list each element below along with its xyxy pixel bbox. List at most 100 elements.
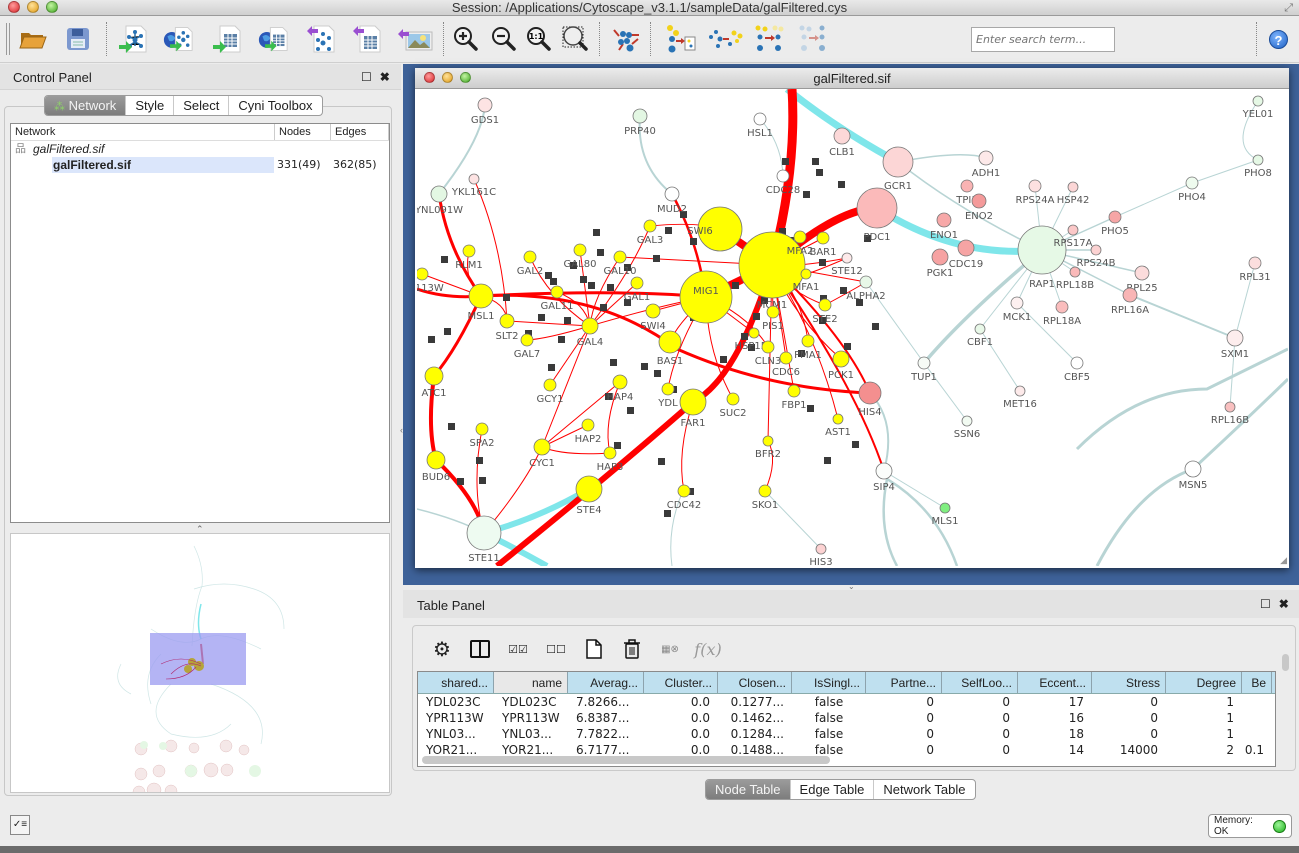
node-ykl161c[interactable] xyxy=(468,173,480,185)
node-yel01[interactable] xyxy=(1252,95,1264,107)
tab-network[interactable]: ⁂ Network xyxy=(45,96,127,115)
table-cell[interactable] xyxy=(1242,726,1272,742)
node-gal80[interactable] xyxy=(573,243,587,257)
save-session-button[interactable] xyxy=(63,24,93,54)
node-pis1[interactable] xyxy=(766,305,780,319)
table-cell[interactable]: 0.1277... xyxy=(718,694,792,710)
node-gal1[interactable] xyxy=(630,276,644,290)
node-sko1[interactable] xyxy=(758,484,772,498)
node-msn5[interactable] xyxy=(1184,460,1202,478)
node-ssn6[interactable] xyxy=(961,415,973,427)
network-row[interactable]: galFiltered.sif 331(49) 362(85) xyxy=(11,157,389,173)
close-panel-icon[interactable]: ✖ xyxy=(1279,597,1289,611)
edge-anchor[interactable] xyxy=(588,282,595,289)
column-header[interactable]: Be xyxy=(1242,672,1272,693)
table-cell[interactable]: 16 xyxy=(1018,710,1092,726)
node-mig1[interactable] xyxy=(679,270,733,324)
select-all-columns-button[interactable]: ☑☑ xyxy=(499,636,537,662)
column-header[interactable]: IsSingl... xyxy=(792,672,866,693)
show-columns-button[interactable] xyxy=(461,636,499,662)
edge-anchor[interactable] xyxy=(545,272,552,279)
node-hsp150[interactable] xyxy=(748,327,760,339)
column-header[interactable]: name xyxy=(494,672,568,693)
table-cell[interactable]: false xyxy=(792,726,866,742)
node-swi4[interactable] xyxy=(645,303,661,319)
column-header[interactable]: Cluster... xyxy=(644,672,718,693)
node-rap1[interactable] xyxy=(1017,225,1067,275)
node-rpl16b[interactable] xyxy=(1224,401,1236,413)
edge-anchor[interactable] xyxy=(448,423,455,430)
export-table-button[interactable] xyxy=(352,24,382,54)
edge-anchor[interactable] xyxy=(812,158,819,165)
node-mls1[interactable] xyxy=(939,502,951,514)
zoom-selected-button[interactable] xyxy=(560,24,590,54)
table-cell[interactable]: 0 xyxy=(866,710,942,726)
table-cell[interactable]: 0.0 xyxy=(644,726,718,742)
node-pgk1[interactable] xyxy=(931,248,949,266)
edge[interactable] xyxy=(1129,294,1236,339)
node-tup1[interactable] xyxy=(917,356,931,370)
table-cell[interactable]: 0 xyxy=(866,726,942,742)
node-ste2[interactable] xyxy=(818,298,832,312)
edge-anchor[interactable] xyxy=(824,457,831,464)
column-header[interactable]: SelfLoo... xyxy=(942,672,1018,693)
table-cell[interactable]: YNL03... xyxy=(418,726,494,742)
edge-anchor[interactable] xyxy=(665,227,672,234)
show-all-button[interactable] xyxy=(798,24,828,54)
node-alpha2[interactable] xyxy=(859,275,873,289)
close-window-button[interactable] xyxy=(8,1,20,13)
edge-anchor[interactable] xyxy=(548,364,555,371)
node-bar1[interactable] xyxy=(816,231,830,245)
edge-anchor[interactable] xyxy=(664,510,671,517)
delete-table-button[interactable]: ▦⊗ xyxy=(651,636,689,662)
table-cell[interactable]: YNL03... xyxy=(494,726,568,742)
table-cell[interactable]: 1 xyxy=(1166,694,1242,710)
node-gal3[interactable] xyxy=(643,219,657,233)
column-nodes[interactable]: Nodes xyxy=(275,124,331,140)
column-header[interactable]: Stress xyxy=(1092,672,1166,693)
node-pdc1[interactable] xyxy=(856,187,898,229)
node-bas1[interactable] xyxy=(658,330,682,354)
node-spa2[interactable] xyxy=(475,422,489,436)
node-yil113w[interactable] xyxy=(417,267,429,281)
help-button[interactable]: ? xyxy=(1269,30,1288,49)
tab-network-table[interactable]: Network Table xyxy=(874,780,974,799)
close-panel-icon[interactable]: ✖ xyxy=(380,70,390,84)
network-navigator[interactable] xyxy=(10,533,390,799)
node-clb1[interactable] xyxy=(833,127,851,145)
edge-anchor[interactable] xyxy=(607,284,614,291)
float-panel-icon[interactable]: ☐ xyxy=(1260,597,1271,611)
vertical-splitter[interactable]: ‹ xyxy=(400,425,403,435)
network-canvas[interactable]: GDS1 PRP40 HSL1 CLB1 GCR1 ADH1 TPI1 ENO2 ENO1 PDC… xyxy=(417,89,1288,566)
delete-columns-button[interactable] xyxy=(613,636,651,662)
column-header[interactable]: Closen... xyxy=(718,672,792,693)
tab-style[interactable]: Style xyxy=(126,96,175,115)
network-graph[interactable]: GDS1PRP40 HSL1CLB1GCR1ADH1TPI1ENO2ENO1PDC… xyxy=(417,89,1288,566)
table-cell[interactable]: 0 xyxy=(942,694,1018,710)
node-cdc42[interactable] xyxy=(677,484,691,498)
node-mfa1[interactable] xyxy=(800,268,812,280)
column-header[interactable]: Partne... xyxy=(866,672,942,693)
edge-anchor[interactable] xyxy=(732,282,739,289)
edge-anchor[interactable] xyxy=(444,328,451,335)
zoom-fit-button[interactable]: 1:1 xyxy=(524,24,554,54)
edge-anchor[interactable] xyxy=(782,158,789,165)
node-eno2[interactable] xyxy=(971,193,987,209)
edge-anchor[interactable] xyxy=(627,407,634,414)
edge-anchor[interactable] xyxy=(479,477,486,484)
edge-anchor[interactable] xyxy=(844,343,851,350)
table-cell[interactable]: 0 xyxy=(866,694,942,710)
edge[interactable] xyxy=(681,401,694,492)
table-cell[interactable]: YPR113W xyxy=(494,710,568,726)
vertical-scrollbar[interactable] xyxy=(1282,654,1289,671)
table-cell[interactable]: 0.1462... xyxy=(718,710,792,726)
node-msl1[interactable] xyxy=(468,283,494,309)
node-mud2[interactable] xyxy=(664,186,680,202)
node-gcr1[interactable] xyxy=(882,146,914,178)
node-gds1[interactable] xyxy=(477,97,493,113)
node-bfr2[interactable] xyxy=(762,435,774,447)
node-pck1[interactable] xyxy=(832,350,850,368)
deselect-all-columns-button[interactable]: ☐☐ xyxy=(537,636,575,662)
edge-anchor[interactable] xyxy=(653,255,660,262)
edge-anchor[interactable] xyxy=(658,458,665,465)
